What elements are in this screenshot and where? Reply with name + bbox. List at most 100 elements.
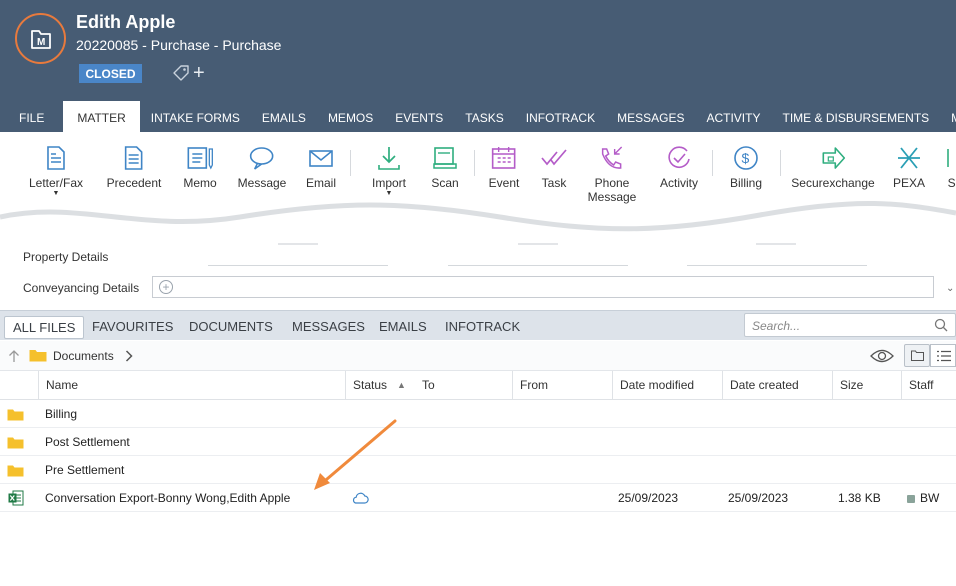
ribbon-separator [474, 150, 475, 176]
svg-text:M: M [37, 37, 45, 48]
precedent-button[interactable]: Precedent [107, 145, 161, 190]
message-icon [250, 147, 274, 170]
excel-file-icon [8, 490, 24, 506]
tab-file[interactable]: FILE [0, 101, 63, 132]
securexchange-button[interactable]: Securexchange [791, 145, 875, 190]
matter-folder-icon: M [30, 29, 51, 49]
column-staff[interactable]: Staff [901, 371, 956, 400]
chevron-right-icon[interactable] [125, 350, 133, 362]
tab-all-files[interactable]: ALL FILES [4, 316, 85, 339]
tag-icon[interactable] [172, 64, 190, 82]
import-button[interactable]: Import ▼ [372, 145, 406, 198]
file-name: Billing [45, 407, 78, 421]
email-button[interactable]: Email [306, 145, 336, 190]
tab-emails[interactable]: EMAILS [251, 101, 317, 132]
securexchange-icon [822, 147, 845, 169]
breadcrumb-documents[interactable]: Documents [53, 349, 114, 363]
tab-overflow[interactable]: MA [940, 101, 956, 132]
search-input[interactable]: Search... [744, 313, 956, 337]
table-row[interactable]: Post Settlement [0, 428, 956, 456]
column-size[interactable]: Size [832, 371, 901, 400]
folder-icon [7, 409, 24, 421]
table-row[interactable]: Pre Settlement [0, 456, 956, 484]
tab-documents[interactable]: DOCUMENTS [189, 316, 273, 339]
tab-matter[interactable]: MATTER [63, 101, 140, 132]
breadcrumb: Documents [0, 341, 956, 371]
scan-button[interactable]: Scan [431, 145, 459, 190]
activity-icon [668, 146, 690, 168]
wavy-cut-divider [0, 200, 956, 245]
column-date-created[interactable]: Date created [722, 371, 832, 400]
message-button[interactable]: Message [238, 145, 286, 190]
folder-view-button[interactable] [904, 344, 930, 367]
memo-button[interactable]: Memo [183, 145, 217, 190]
svg-text:$: $ [741, 150, 749, 166]
event-button[interactable]: Event [489, 145, 519, 190]
folder-icon [7, 437, 24, 449]
tab-infotrack[interactable]: INFOTRACK [515, 101, 606, 132]
tab-tasks[interactable]: TASKS [454, 101, 514, 132]
staff-cell: BW [907, 484, 939, 512]
folder-icon [29, 350, 47, 362]
pexa-icon [897, 147, 920, 169]
tab-emails[interactable]: EMAILS [379, 316, 427, 339]
date-created: 25/09/2023 [728, 491, 789, 505]
table-row[interactable]: Billing [0, 400, 956, 428]
conveyancing-details-label[interactable]: Conveyancing Details [23, 281, 139, 295]
tab-memos[interactable]: MEMOS [317, 101, 384, 132]
up-arrow-icon[interactable] [8, 349, 20, 363]
column-date-modified[interactable]: Date modified [612, 371, 722, 400]
field-underline [208, 265, 388, 266]
staff-color-icon [907, 495, 915, 503]
billing-button[interactable]: $ Billing [730, 145, 762, 190]
property-details-label[interactable]: Property Details [23, 250, 108, 264]
tab-infotrack[interactable]: INFOTRACK [445, 316, 520, 339]
letter-fax-button[interactable]: Letter/Fax ▼ [29, 145, 83, 198]
tab-messages[interactable]: MESSAGES [606, 101, 695, 132]
conveyancing-details-field[interactable]: + [152, 276, 934, 298]
field-underline [448, 265, 628, 266]
ribbon-separator [350, 150, 351, 176]
matter-avatar[interactable]: M [15, 13, 66, 64]
add-circle-icon[interactable]: + [159, 280, 173, 294]
file-name: Conversation Export-Bonny Wong,Edith App… [45, 491, 291, 505]
column-name[interactable]: Name [38, 371, 345, 400]
tab-time-disbursements[interactable]: TIME & DISBURSEMENTS [771, 101, 940, 132]
import-icon [378, 147, 400, 170]
eye-icon[interactable] [870, 349, 894, 363]
list-view-button[interactable] [930, 344, 956, 367]
pexa-button[interactable]: PEXA [893, 145, 925, 190]
tab-favourites[interactable]: FAVOURITES [92, 316, 173, 339]
matter-header: M Edith Apple 20220085 - Purchase - Purc… [0, 0, 956, 132]
tab-activity[interactable]: ACTIVITY [695, 101, 771, 132]
ribbon-separator [780, 150, 781, 176]
status-badge[interactable]: CLOSED [79, 64, 142, 83]
matter-subtitle: 20220085 - Purchase - Purchase [76, 37, 282, 53]
calendar-icon [492, 147, 516, 169]
file-size: 1.38 KB [838, 491, 881, 505]
tab-events[interactable]: EVENTS [384, 101, 454, 132]
column-from[interactable]: From [512, 371, 612, 400]
task-check-icon [541, 149, 567, 166]
ribbon-separator [712, 150, 713, 176]
tab-messages[interactable]: MESSAGES [292, 316, 365, 339]
activity-button[interactable]: Activity [660, 145, 698, 190]
email-icon [309, 150, 333, 167]
sort-ascending-icon: ▲ [397, 380, 406, 390]
task-button[interactable]: Task [539, 145, 569, 190]
column-status[interactable]: Status ▲ [345, 371, 415, 400]
scanner-icon [433, 147, 457, 169]
file-name: Post Settlement [45, 435, 130, 449]
chevron-down-icon[interactable]: ⌄ [946, 283, 954, 294]
letter-icon [47, 146, 65, 170]
precedent-icon [125, 146, 143, 170]
annotation-arrow-icon [314, 419, 397, 490]
overflow-ribbon-button[interactable]: Se [945, 145, 956, 190]
table-row[interactable]: Conversation Export-Bonny Wong,Edith App… [0, 484, 956, 512]
field-underline [687, 265, 867, 266]
tab-intake-forms[interactable]: INTAKE FORMS [140, 101, 251, 132]
add-tag-icon[interactable]: + [193, 63, 205, 83]
list-icon [937, 350, 951, 362]
column-to[interactable]: To [415, 371, 512, 400]
search-icon[interactable] [934, 318, 948, 332]
